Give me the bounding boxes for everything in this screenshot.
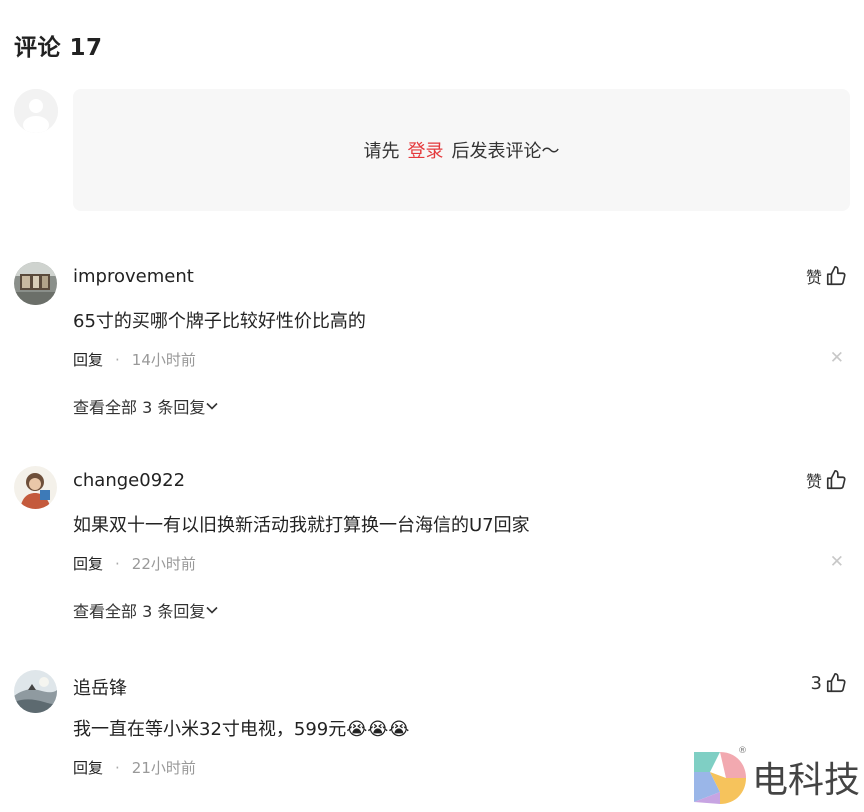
- separator-dot: ·: [115, 350, 120, 369]
- chevron-down-icon: [206, 606, 218, 614]
- like-button[interactable]: 3: [811, 672, 847, 694]
- comment-meta: 回复 · 22小时前: [73, 553, 196, 574]
- view-all-replies-button[interactable]: 查看全部 3 条回复: [73, 598, 219, 622]
- reply-button[interactable]: 回复: [73, 553, 103, 574]
- registered-mark: ®: [737, 746, 747, 756]
- close-icon[interactable]: ✕: [830, 348, 844, 368]
- watermark-text: 电科技: [751, 760, 860, 801]
- like-button[interactable]: 赞: [806, 468, 847, 492]
- view-all-replies-label: 查看全部 3 条回复: [73, 602, 206, 621]
- comment-time: 22小时前: [131, 555, 196, 573]
- close-icon[interactable]: ✕: [830, 552, 844, 572]
- comment-text-body: 我一直在等小米32寸电视，599元: [73, 719, 347, 740]
- view-all-replies-button[interactable]: 查看全部 3 条回复: [73, 394, 219, 418]
- avatar[interactable]: [14, 466, 57, 509]
- avatar[interactable]: [14, 670, 57, 713]
- login-prompt-before: 请先: [363, 141, 400, 162]
- reply-button[interactable]: 回复: [73, 757, 103, 778]
- reply-button[interactable]: 回复: [73, 349, 103, 370]
- crying-emoji: 😭😭😭: [346, 719, 410, 740]
- default-avatar-icon: [14, 89, 58, 133]
- chevron-down-icon: [206, 402, 218, 410]
- login-link[interactable]: 登录: [408, 137, 444, 163]
- comment-time: 21小时前: [131, 759, 196, 777]
- like-count: 3: [810, 672, 822, 694]
- thumbs-up-icon: [826, 470, 846, 490]
- comment-text: 我一直在等小米32寸电视，599元😭😭😭: [73, 715, 409, 741]
- like-label: 赞: [805, 268, 822, 287]
- login-prompt-after: 后发表评论～: [451, 141, 560, 162]
- thumbs-up-icon: [826, 673, 846, 693]
- comment-meta: 回复 · 21小时前: [73, 757, 196, 778]
- like-label: 赞: [805, 472, 822, 491]
- comment-username[interactable]: 追岳锋: [73, 674, 127, 700]
- comment-username[interactable]: change0922: [73, 470, 185, 491]
- separator-dot: ·: [115, 758, 120, 777]
- current-user-avatar: [14, 89, 58, 133]
- thumbs-up-icon: [826, 266, 846, 286]
- comment-username[interactable]: improvement: [73, 266, 194, 287]
- logo-mark-icon: [693, 752, 746, 804]
- comment-meta: 回复 · 14小时前: [73, 349, 196, 370]
- login-prompt-box[interactable]: 请先 登录 后发表评论～: [73, 89, 850, 211]
- separator-dot: ·: [115, 554, 120, 573]
- avatar[interactable]: [14, 262, 57, 305]
- comment-text: 如果双十一有以旧换新活动我就打算换一台海信的U7回家: [73, 515, 530, 536]
- page-title: 评论 17: [14, 35, 103, 61]
- comment-time: 14小时前: [131, 351, 196, 369]
- comment-text: 65寸的买哪个牌子比较好性价比高的: [73, 311, 366, 332]
- watermark-logo: ® 电科技: [692, 746, 860, 806]
- like-button[interactable]: 赞: [806, 264, 847, 288]
- view-all-replies-label: 查看全部 3 条回复: [73, 398, 206, 417]
